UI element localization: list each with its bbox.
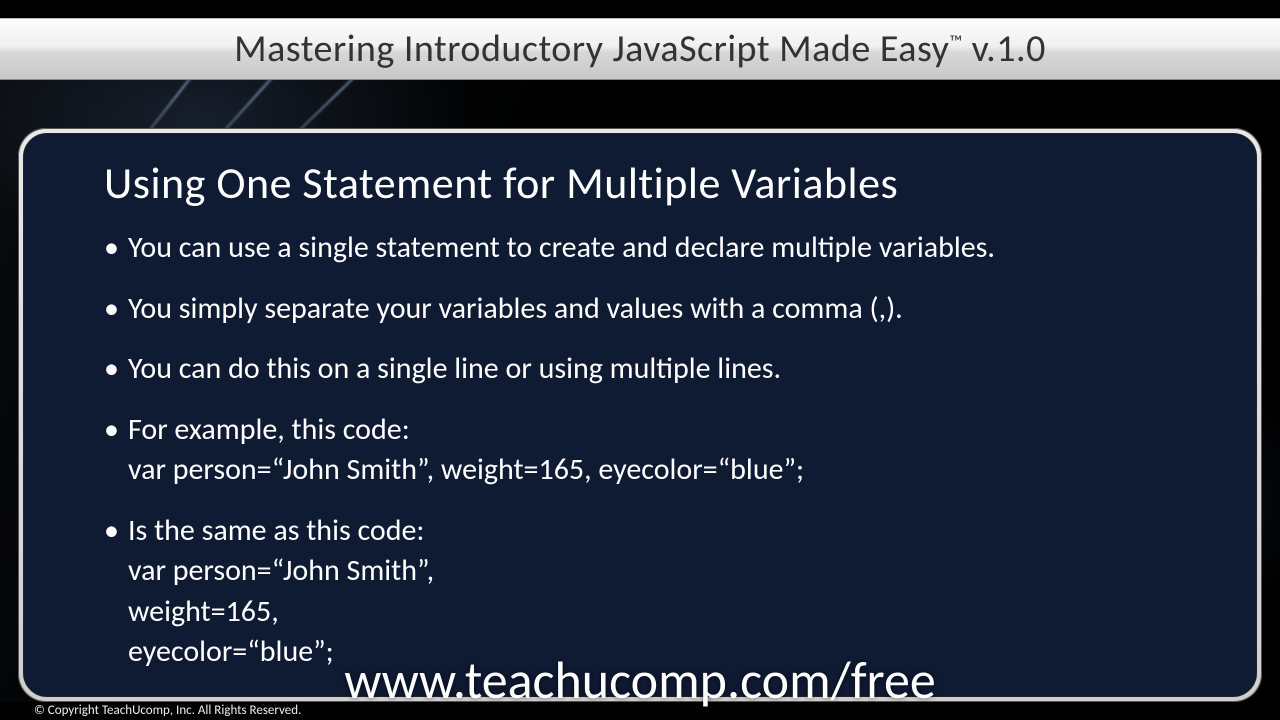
- bullet-item: For example, this code: var person=“John…: [104, 410, 1186, 491]
- content-panel: Using One Statement for Multiple Variabl…: [23, 133, 1257, 697]
- bullet-item: Is the same as this code: var person=“Jo…: [104, 511, 1186, 673]
- code-line: eyecolor=“blue”;: [128, 632, 1186, 673]
- code-line: var person=“John Smith”,: [128, 551, 1186, 592]
- title-trademark: ™: [949, 30, 962, 52]
- bullet-item: You simply separate your variables and v…: [104, 289, 1186, 330]
- bullet-text: You can use a single statement to create…: [128, 229, 995, 266]
- bullet-text: For example, this code:: [128, 411, 410, 448]
- bullet-text: You can do this on a single line or usin…: [128, 350, 781, 387]
- slide-heading: Using One Statement for Multiple Variabl…: [104, 156, 1186, 210]
- code-line: weight=165,: [128, 592, 1186, 633]
- course-title: Mastering Introductory JavaScript Made E…: [234, 26, 1046, 72]
- title-version: v.1.0: [963, 26, 1046, 72]
- bullet-item: You can use a single statement to create…: [104, 228, 1186, 269]
- copyright-text: © Copyright TeachUcomp, Inc. All Rights …: [34, 703, 301, 718]
- bullet-list: You can use a single statement to create…: [104, 228, 1186, 673]
- letterbox-top: [0, 0, 1280, 18]
- title-main: Mastering Introductory JavaScript Made E…: [234, 26, 949, 72]
- bullet-text: You simply separate your variables and v…: [128, 290, 903, 327]
- code-line: var person=“John Smith”, weight=165, eye…: [128, 450, 1186, 491]
- title-bar: Mastering Introductory JavaScript Made E…: [0, 18, 1280, 80]
- bullet-text: Is the same as this code:: [128, 512, 424, 549]
- bullet-item: You can do this on a single line or usin…: [104, 349, 1186, 390]
- content-panel-frame: Using One Statement for Multiple Variabl…: [18, 128, 1262, 702]
